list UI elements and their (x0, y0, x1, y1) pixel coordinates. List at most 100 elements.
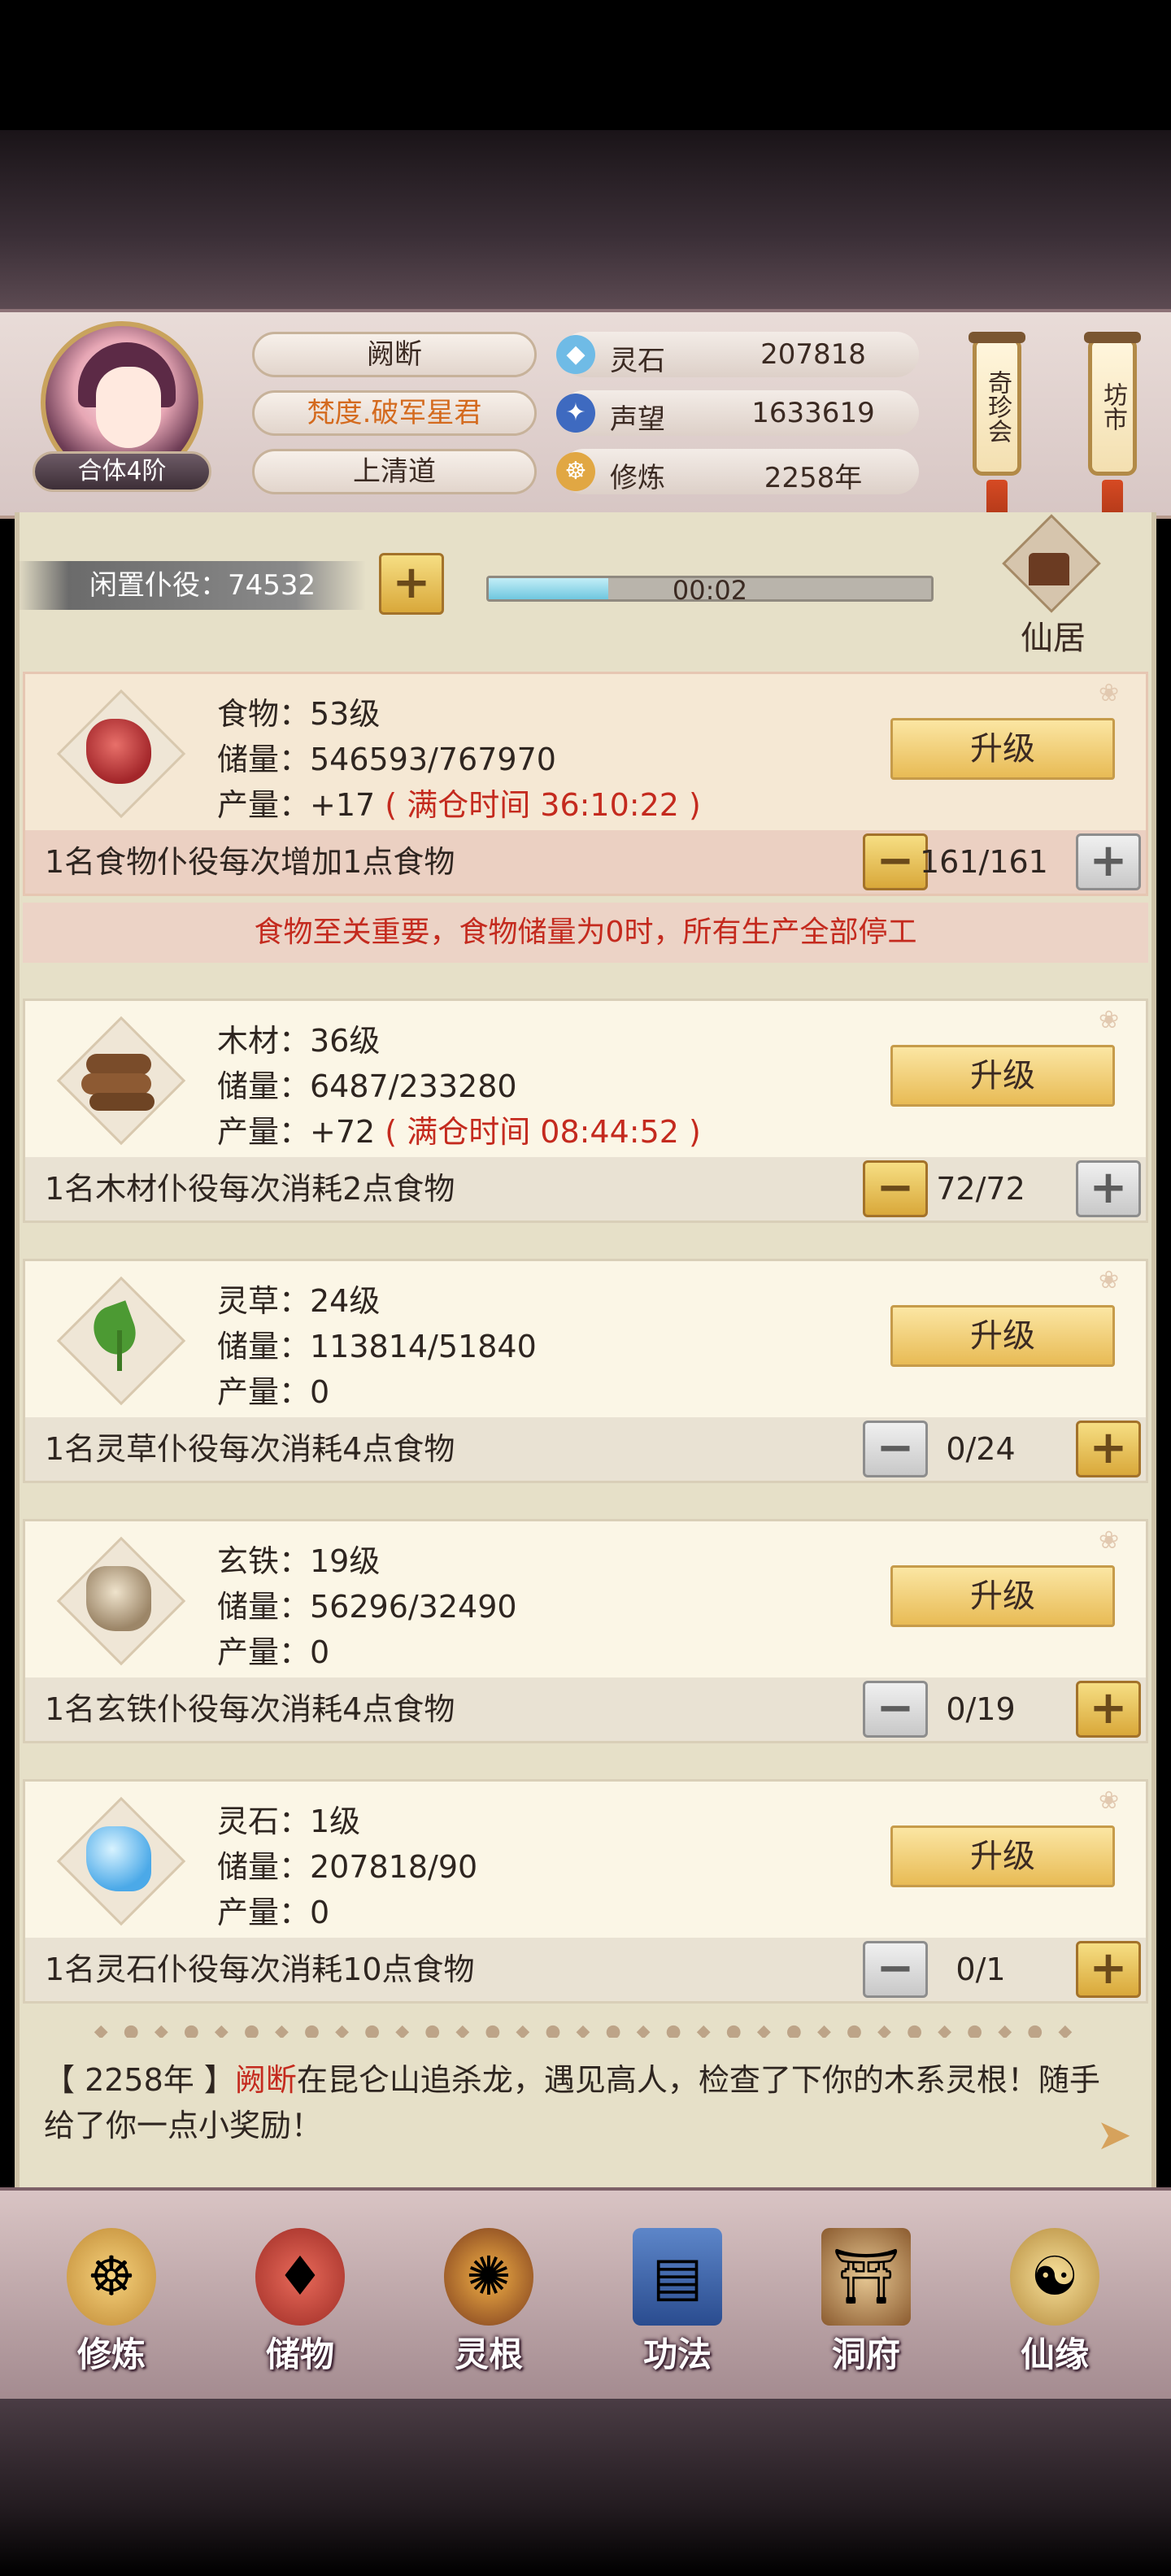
remove-worker-button[interactable]: − (863, 1941, 928, 1998)
card-full-time: ( 满仓时间 08:44:52 ) (385, 1114, 701, 1150)
card-output-value: 产量：+17 (217, 787, 376, 823)
herb-icon (86, 1300, 151, 1371)
gourd-icon: ☯ (1010, 2228, 1099, 2326)
pavilion-icon (1029, 553, 1069, 585)
top-gradient-band (0, 130, 1171, 309)
worker-count: 161/161 (920, 844, 1048, 880)
resource-value: 1633619 (751, 397, 875, 429)
card-output-value: 产量：0 (217, 1374, 330, 1410)
worker-description: 1名食物仆役每次增加1点食物 (45, 844, 455, 880)
book-icon: ▤ (633, 2228, 722, 2326)
remove-worker-button[interactable]: − (863, 1681, 928, 1738)
nav-label: 灵根 (454, 2334, 523, 2374)
timer-text: 00:02 (672, 575, 748, 606)
resource-card-wood: ❀ 木材：36级 储量：6487/233280 产量：+72 ( 满仓时间 08… (23, 999, 1148, 1223)
card-storage: 储量：56296/32490 (217, 1589, 517, 1625)
lantern-label: 坊市 (1099, 382, 1127, 431)
swirl-icon: ✺ (444, 2228, 533, 2326)
worker-description: 1名灵石仆役每次消耗10点食物 (45, 1952, 475, 1987)
meditation-icon: ☸ (556, 452, 595, 491)
card-storage: 储量：113814/51840 (217, 1329, 537, 1364)
add-idle-worker-button[interactable]: + (379, 553, 444, 615)
food-warning-banner: 食物至关重要，食物储量为0时，所有生产全部停工 (23, 903, 1148, 963)
add-worker-button[interactable]: + (1076, 1941, 1141, 1998)
remove-worker-button[interactable]: − (863, 1160, 928, 1217)
resource-reputation: ✦ 声望 1633619 (556, 390, 919, 436)
card-output-value: 产量：0 (217, 1895, 330, 1930)
reputation-icon: ✦ (556, 394, 595, 433)
worker-row: 1名食物仆役每次增加1点食物 − 161/161 + (25, 830, 1146, 894)
worker-row: 1名木材仆役每次消耗2点食物 − 72/72 + (25, 1157, 1146, 1221)
worker-count: 0/24 (946, 1431, 1016, 1467)
remove-worker-button[interactable]: − (863, 1421, 928, 1477)
idle-workers-label: 闲置仆役：74532 (16, 561, 366, 610)
avatar[interactable]: 合体4阶 (33, 321, 211, 500)
card-output: 产量：+17 ( 满仓时间 36:10:22 ) (217, 780, 701, 825)
resource-label: 修炼 (610, 462, 665, 494)
palace-icon: ⛩ (821, 2228, 911, 2326)
upgrade-button[interactable]: 升级 (890, 718, 1115, 780)
player-sect: 上清道 (252, 449, 537, 494)
worker-description: 1名玄铁仆役每次消耗4点食物 (45, 1691, 455, 1727)
worker-row: 1名玄铁仆役每次消耗4点食物 − 0/19 + (25, 1677, 1146, 1741)
card-level: 食物：53级 (217, 696, 381, 732)
lantern-cap (1084, 332, 1141, 343)
nav-cave-dwelling[interactable]: ⛩ 洞府 (797, 2228, 935, 2391)
lantern-fangshi-button[interactable]: 坊市 (1084, 332, 1141, 529)
player-title: 梵度.破军星君 (252, 390, 537, 436)
upgrade-button[interactable]: 升级 (890, 1565, 1115, 1627)
resource-label: 声望 (610, 403, 665, 436)
add-worker-button[interactable]: + (1076, 1160, 1141, 1217)
card-output-value: 产量：+72 (217, 1114, 376, 1150)
upgrade-button[interactable]: 升级 (890, 1825, 1115, 1887)
corner-ornament: ❀ (1099, 1266, 1120, 1295)
ore-icon (86, 1566, 151, 1631)
worker-row: 1名灵草仆役每次消耗4点食物 − 0/24 + (25, 1417, 1146, 1481)
player-name: 阙断 (252, 332, 537, 377)
lantern-qizhenhui-button[interactable]: 奇珍会 (969, 332, 1025, 529)
resource-card-iron: ❀ 玄铁：19级 储量：56296/32490 产量：0 升级 1名玄铁仆役每次… (23, 1519, 1148, 1743)
resource-spirit-stone: ◆ 灵石 207818 (556, 332, 919, 377)
logs-icon (81, 1046, 155, 1111)
xianju-label: 仙居 (1021, 620, 1086, 657)
remove-worker-button[interactable]: − (863, 833, 928, 890)
bottom-band (0, 2399, 1171, 2576)
add-worker-button[interactable]: + (1076, 833, 1141, 890)
event-log: 【 2258年 】阙断在昆仑山追杀龙，遇见高人，检查了下你的木系灵根！随手给了你… (44, 2057, 1101, 2148)
corner-ornament: ❀ (1099, 1526, 1120, 1555)
nav-fate[interactable]: ☯ 仙缘 (986, 2228, 1124, 2391)
nav-cultivate[interactable]: ☸ 修炼 (42, 2228, 181, 2391)
log-name: 阙断 (234, 2062, 297, 2098)
lantern-label: 奇珍会 (983, 370, 1012, 443)
card-storage: 储量：207818/90 (217, 1849, 478, 1885)
card-level: 玄铁：19级 (217, 1543, 381, 1579)
food-icon-frame (56, 689, 186, 819)
worker-description: 1名木材仆役每次消耗2点食物 (45, 1171, 455, 1207)
nav-spirit-root[interactable]: ✺ 灵根 (420, 2228, 558, 2391)
nav-label: 修炼 (76, 2334, 146, 2374)
log-next-arrow-icon[interactable]: ➤ (1090, 2111, 1138, 2160)
card-storage: 储量：6487/233280 (217, 1068, 517, 1104)
resource-card-herb: ❀ 灵草：24级 储量：113814/51840 产量：0 升级 1名灵草仆役每… (23, 1259, 1148, 1483)
upgrade-button[interactable]: 升级 (890, 1305, 1115, 1367)
card-level: 灵石：1级 (217, 1804, 361, 1839)
resource-card-food: ❀ 食物：53级 储量：546593/767970 产量：+17 ( 满仓时间 … (23, 672, 1148, 896)
xianju-icon[interactable] (1000, 514, 1101, 618)
card-output: 产量：0 (217, 1627, 329, 1672)
add-worker-button[interactable]: + (1076, 1681, 1141, 1738)
card-output: 产量：0 (217, 1367, 329, 1412)
meat-icon (86, 719, 151, 784)
card-output-value: 产量：0 (217, 1634, 330, 1670)
add-worker-button[interactable]: + (1076, 1421, 1141, 1477)
lantern-cap (969, 332, 1025, 343)
spirit-stone-icon: ◆ (556, 335, 595, 374)
card-full-time: ( 满仓时间 36:10:22 ) (385, 787, 701, 823)
herb-icon-frame (56, 1276, 186, 1406)
upgrade-button[interactable]: 升级 (890, 1045, 1115, 1107)
worker-count: 72/72 (936, 1171, 1025, 1207)
pouch-icon: ♦ (255, 2228, 345, 2326)
corner-ornament: ❀ (1099, 1006, 1120, 1034)
resource-label: 灵石 (610, 345, 665, 377)
nav-techniques[interactable]: ▤ 功法 (608, 2228, 747, 2391)
nav-storage[interactable]: ♦ 储物 (231, 2228, 369, 2391)
